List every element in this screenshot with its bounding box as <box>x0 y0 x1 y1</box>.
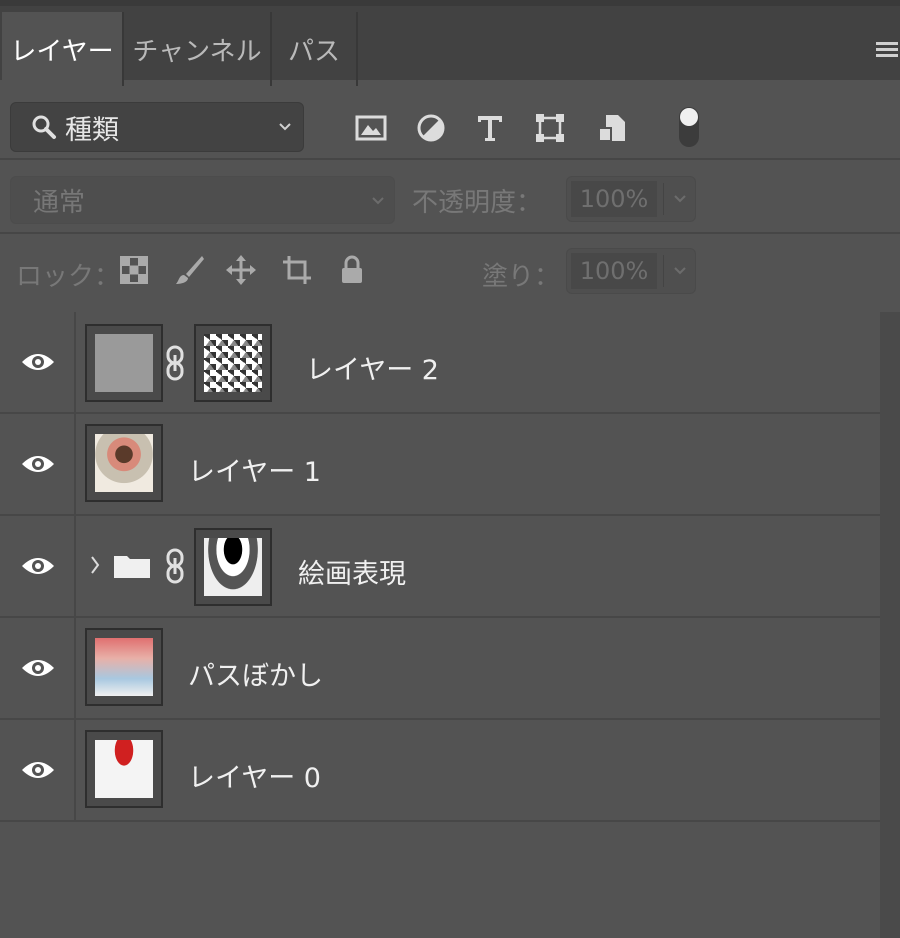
layers-scrollbar[interactable] <box>880 312 900 938</box>
chevron-down-icon <box>372 197 384 205</box>
eye-icon <box>22 456 54 472</box>
fill-input[interactable]: 100% <box>566 248 696 294</box>
image-filter-icon[interactable] <box>355 112 387 144</box>
layer-name[interactable]: 絵画表現 <box>298 552 406 591</box>
layer-name[interactable]: パスぼかし <box>188 654 323 693</box>
chevron-down-icon[interactable] <box>673 264 687 278</box>
eye-icon <box>22 762 54 778</box>
layer-thumbnail[interactable] <box>85 628 163 706</box>
layer-name[interactable]: レイヤー 1 <box>188 450 321 489</box>
layer-name[interactable]: レイヤー 2 <box>306 348 439 387</box>
eye-icon <box>22 660 54 676</box>
lock-label: ロック： <box>16 262 121 292</box>
lock-transparent-pixels-icon[interactable] <box>118 254 150 286</box>
layer-mask-thumbnail[interactable] <box>194 324 272 402</box>
visibility-toggle[interactable] <box>0 720 76 820</box>
shape-filter-icon[interactable] <box>534 112 566 144</box>
layer-row[interactable]: レイヤー 0 <box>0 720 880 822</box>
chevron-down-icon[interactable] <box>673 192 687 206</box>
tab-channels[interactable]: チャンネル <box>124 12 272 86</box>
opacity-label: 不透明度： <box>412 188 543 218</box>
chain-link-icon[interactable] <box>164 548 186 584</box>
filter-kind-select[interactable]: 種類 <box>10 102 304 152</box>
type-filter-icon[interactable] <box>474 112 506 144</box>
tab-paths[interactable]: パス <box>272 12 358 86</box>
blend-mode-select[interactable]: 通常 <box>10 176 395 224</box>
layer-filter-row: 種類 <box>0 80 900 160</box>
filter-kind-label: 種類 <box>65 114 119 146</box>
chevron-right-icon[interactable] <box>89 554 101 576</box>
filter-toggle-switch[interactable] <box>676 104 702 150</box>
blend-mode-label: 通常 <box>33 187 86 218</box>
layer-row[interactable]: レイヤー 1 <box>0 414 880 516</box>
opacity-input[interactable]: 100% <box>566 176 696 222</box>
lock-all-icon[interactable] <box>336 254 368 286</box>
lock-artboard-icon[interactable] <box>281 254 313 286</box>
smart-object-filter-icon[interactable] <box>596 112 628 144</box>
layer-group-row[interactable]: 絵画表現 <box>0 516 880 618</box>
layer-row[interactable]: レイヤー 2 <box>0 312 880 414</box>
layer-thumbnail[interactable] <box>85 324 163 402</box>
panel-menu-icon[interactable] <box>876 42 898 62</box>
visibility-toggle[interactable] <box>0 312 76 412</box>
lock-position-icon[interactable] <box>225 254 257 286</box>
folder-icon <box>114 556 150 578</box>
fill-value: 100% <box>571 253 657 289</box>
visibility-toggle[interactable] <box>0 516 76 616</box>
layer-mask-thumbnail[interactable] <box>194 528 272 606</box>
eye-icon <box>22 354 54 370</box>
blend-mode-row: 通常 不透明度： 100% <box>0 160 900 234</box>
layer-thumbnail[interactable] <box>85 424 163 502</box>
lock-row: ロック： 塗り： 100% <box>0 234 900 312</box>
tab-layers[interactable]: レイヤー <box>2 12 124 86</box>
opacity-value: 100% <box>571 181 657 217</box>
layer-thumbnail[interactable] <box>85 730 163 808</box>
layer-name[interactable]: レイヤー 0 <box>188 756 321 795</box>
fill-label: 塗り： <box>482 262 561 292</box>
chain-link-icon[interactable] <box>164 345 186 381</box>
panel-tab-bar: レイヤー チャンネル パス <box>0 0 900 86</box>
visibility-toggle[interactable] <box>0 618 76 718</box>
visibility-toggle[interactable] <box>0 414 76 514</box>
search-icon <box>32 115 56 139</box>
adjustment-filter-icon[interactable] <box>415 112 447 144</box>
lock-image-pixels-icon[interactable] <box>174 254 206 286</box>
chevron-down-icon <box>279 123 291 131</box>
layer-row[interactable]: パスぼかし <box>0 618 880 720</box>
eye-icon <box>22 558 54 574</box>
